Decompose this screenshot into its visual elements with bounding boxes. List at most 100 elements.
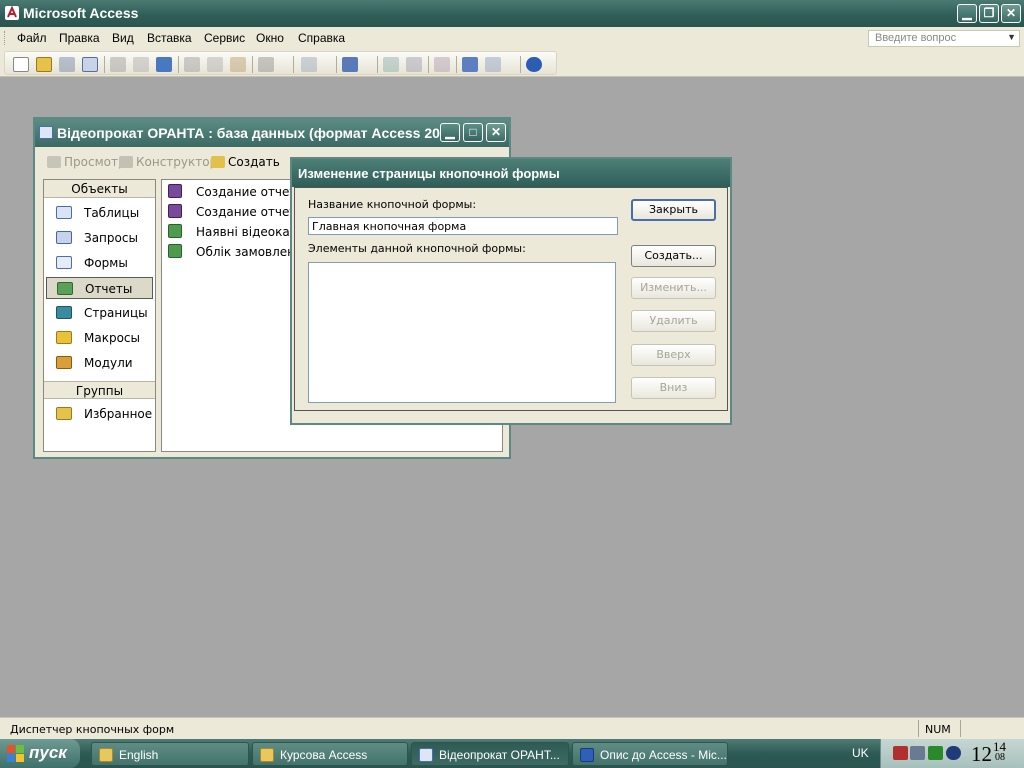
db-maximize-button[interactable]: □: [463, 123, 483, 142]
spelling-icon[interactable]: [156, 57, 172, 72]
folder-icon: [260, 748, 274, 762]
object-label: Таблицы: [84, 206, 140, 220]
group-favorites[interactable]: Избранное: [46, 403, 153, 425]
move-down-button[interactable]: Вниз: [631, 377, 716, 399]
cut-icon[interactable]: [184, 57, 200, 72]
menu-insert[interactable]: Вставка: [147, 31, 192, 45]
object-forms[interactable]: Формы: [46, 252, 153, 274]
preview-button[interactable]: Просмотр: [47, 155, 126, 169]
menu-help[interactable]: Справка: [298, 31, 345, 45]
print-preview-icon[interactable]: [133, 57, 149, 72]
design-button[interactable]: Конструктор: [119, 155, 217, 169]
menu-file[interactable]: Файл: [17, 31, 47, 45]
menu-tools[interactable]: Сервис: [204, 31, 245, 45]
ask-question-input[interactable]: Введите вопрос ▼: [868, 30, 1020, 47]
status-separator: [960, 720, 961, 737]
start-button[interactable]: пуск: [0, 739, 80, 768]
objects-header[interactable]: Объекты: [44, 180, 155, 198]
edit-item-button[interactable]: Изменить...: [631, 277, 716, 299]
print-icon[interactable]: [110, 57, 126, 72]
toolbar-separator: [104, 56, 105, 73]
copy-icon[interactable]: [207, 57, 223, 72]
relationships-icon[interactable]: [434, 57, 450, 72]
switchboard-name-label: Название кнопочной формы:: [308, 198, 477, 211]
paste-icon[interactable]: [230, 57, 246, 72]
toolbar-separator: [428, 56, 429, 73]
clock-second: 08: [995, 752, 1005, 763]
create-item-button[interactable]: Создать...: [631, 245, 716, 267]
display-3d-icon[interactable]: [928, 746, 943, 760]
network-icon[interactable]: [893, 746, 908, 760]
app-titlebar: Microsoft Access ▁ ❐ ✕: [0, 0, 1024, 27]
edit-switchboard-page-dialog: Изменение страницы кнопочной формы Назва…: [290, 157, 732, 425]
task-english[interactable]: English: [91, 742, 249, 766]
move-up-button[interactable]: Вверх: [631, 344, 716, 366]
clock-hour: 12: [971, 742, 992, 766]
search-file-icon[interactable]: [82, 57, 98, 72]
object-reports[interactable]: Отчеты: [46, 277, 153, 299]
object-pages[interactable]: Страницы: [46, 302, 153, 324]
toolbar-strip: [4, 51, 557, 75]
start-label: пуск: [29, 743, 67, 762]
task-videoprokat[interactable]: Відеопрокат ОРАНТ...: [411, 742, 569, 766]
chevron-down-icon[interactable]: ▼: [1007, 32, 1016, 42]
table-icon: [56, 206, 72, 219]
volume-icon[interactable]: [910, 746, 925, 760]
code-icon[interactable]: [383, 57, 399, 72]
new-icon[interactable]: [13, 57, 29, 72]
menu-window[interactable]: Окно: [256, 31, 284, 45]
app-title: Microsoft Access: [23, 5, 139, 21]
preview-label: Просмотр: [64, 155, 126, 169]
create-button[interactable]: Создать: [211, 155, 280, 169]
form-icon: [56, 256, 72, 269]
macro-icon: [56, 331, 72, 344]
groups-header[interactable]: Группы: [44, 381, 155, 399]
help-icon[interactable]: [526, 57, 542, 72]
toolbar-separator: [377, 56, 378, 73]
open-icon[interactable]: [36, 57, 52, 72]
database-icon: [39, 126, 53, 139]
save-icon[interactable]: [59, 57, 75, 72]
menu-edit[interactable]: Правка: [59, 31, 100, 45]
toolbar-separator: [293, 56, 294, 73]
favorites-icon: [56, 407, 72, 420]
create-icon: [211, 156, 225, 168]
language-indicator[interactable]: UK: [852, 746, 869, 760]
properties-icon[interactable]: [406, 57, 422, 72]
restore-button[interactable]: ❐: [979, 4, 999, 23]
new-object-dropdown-icon[interactable]: [485, 57, 501, 72]
undo-icon[interactable]: [258, 57, 274, 72]
db-close-button[interactable]: ✕: [486, 123, 506, 142]
object-modules[interactable]: Модули: [46, 352, 153, 374]
access-db-icon: [419, 748, 433, 762]
main-toolbar: [0, 49, 1024, 77]
office-links-icon[interactable]: [301, 57, 317, 72]
object-label: Страницы: [84, 306, 148, 320]
taskbar: пуск English Курсова Access Відеопрокат …: [0, 739, 1024, 768]
db-minimize-button[interactable]: ▁: [440, 123, 460, 142]
switchboard-elements-list[interactable]: [308, 262, 616, 403]
toolbar-separator: [336, 56, 337, 73]
object-macros[interactable]: Макросы: [46, 327, 153, 349]
close-dialog-button[interactable]: Закрыть: [631, 199, 716, 221]
object-queries[interactable]: Запросы: [46, 227, 153, 249]
report-icon: [168, 224, 182, 238]
task-opys-word[interactable]: Опис до Access - Mic...: [572, 742, 728, 766]
group-label: Избранное: [84, 407, 153, 421]
database-window-title: Відеопрокат ОРАНТА : база данных (формат…: [57, 125, 461, 141]
toolbar-separator: [178, 56, 179, 73]
minimize-button[interactable]: ▁: [957, 4, 977, 23]
tray-app-icon[interactable]: [946, 746, 961, 760]
object-tables[interactable]: Таблицы: [46, 202, 153, 224]
report-icon: [57, 282, 73, 295]
delete-item-button[interactable]: Удалить: [631, 310, 716, 332]
new-object-icon[interactable]: [462, 57, 478, 72]
switchboard-name-field[interactable]: Главная кнопочная форма: [308, 217, 618, 235]
analyze-icon[interactable]: [342, 57, 358, 72]
object-label: Формы: [84, 256, 128, 270]
word-icon: [580, 748, 594, 762]
close-button[interactable]: ✕: [1001, 4, 1021, 23]
task-kursova-access[interactable]: Курсова Access: [252, 742, 408, 766]
menu-view[interactable]: Вид: [112, 31, 134, 45]
dialog-title: Изменение страницы кнопочной формы: [298, 166, 560, 181]
